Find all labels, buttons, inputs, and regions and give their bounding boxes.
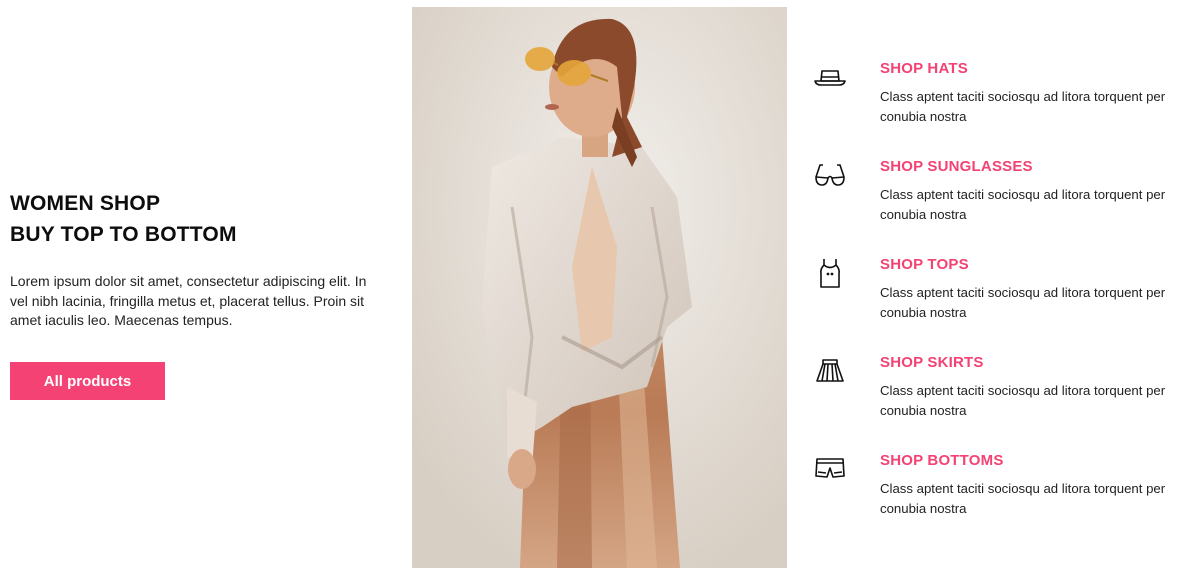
- all-products-button[interactable]: All products: [10, 361, 165, 400]
- category-skirts: SHOP SKIRTS Class aptent taciti sociosqu…: [813, 352, 1193, 450]
- category-title[interactable]: SHOP SKIRTS: [880, 354, 984, 372]
- category-title[interactable]: SHOP TOPS: [880, 256, 969, 274]
- shorts-icon: [813, 452, 847, 486]
- page: WOMEN SHOP BUY TOP TO BOTTOM Lorem ipsum…: [0, 0, 1200, 575]
- hero-title-line1: WOMEN SHOP: [10, 192, 161, 215]
- hero-section: WOMEN SHOP BUY TOP TO BOTTOM Lorem ipsum…: [10, 188, 385, 400]
- category-bottoms: SHOP BOTTOMS Class aptent taciti sociosq…: [813, 450, 1193, 548]
- category-sunglasses: SHOP SUNGLASSES Class aptent taciti soci…: [813, 156, 1193, 254]
- tank-top-icon: [813, 256, 847, 290]
- category-title[interactable]: SHOP BOTTOMS: [880, 452, 1004, 470]
- category-description: Class aptent taciti sociosqu ad litora t…: [880, 187, 1166, 222]
- hero-text: Lorem ipsum dolor sit amet, consectetur …: [10, 273, 367, 328]
- hero-title: WOMEN SHOP BUY TOP TO BOTTOM: [10, 188, 385, 250]
- model-photo: [412, 7, 787, 568]
- category-hats: SHOP HATS Class aptent taciti sociosqu a…: [813, 58, 1193, 156]
- hat-icon: [813, 60, 847, 94]
- model-illustration: [412, 7, 787, 568]
- category-tops: SHOP TOPS Class aptent taciti sociosqu a…: [813, 254, 1193, 352]
- shop-categories: SHOP HATS Class aptent taciti sociosqu a…: [813, 58, 1193, 548]
- category-title[interactable]: SHOP HATS: [880, 60, 968, 78]
- category-description: Class aptent taciti sociosqu ad litora t…: [880, 383, 1166, 418]
- category-description: Class aptent taciti sociosqu ad litora t…: [880, 285, 1166, 320]
- category-description: Class aptent taciti sociosqu ad litora t…: [880, 89, 1166, 124]
- category-title[interactable]: SHOP SUNGLASSES: [880, 158, 1033, 176]
- skirt-icon: [813, 354, 847, 388]
- category-description: Class aptent taciti sociosqu ad litora t…: [880, 481, 1166, 516]
- hero-title-line2: BUY TOP TO BOTTOM: [10, 223, 237, 246]
- sunglasses-icon: [813, 158, 847, 192]
